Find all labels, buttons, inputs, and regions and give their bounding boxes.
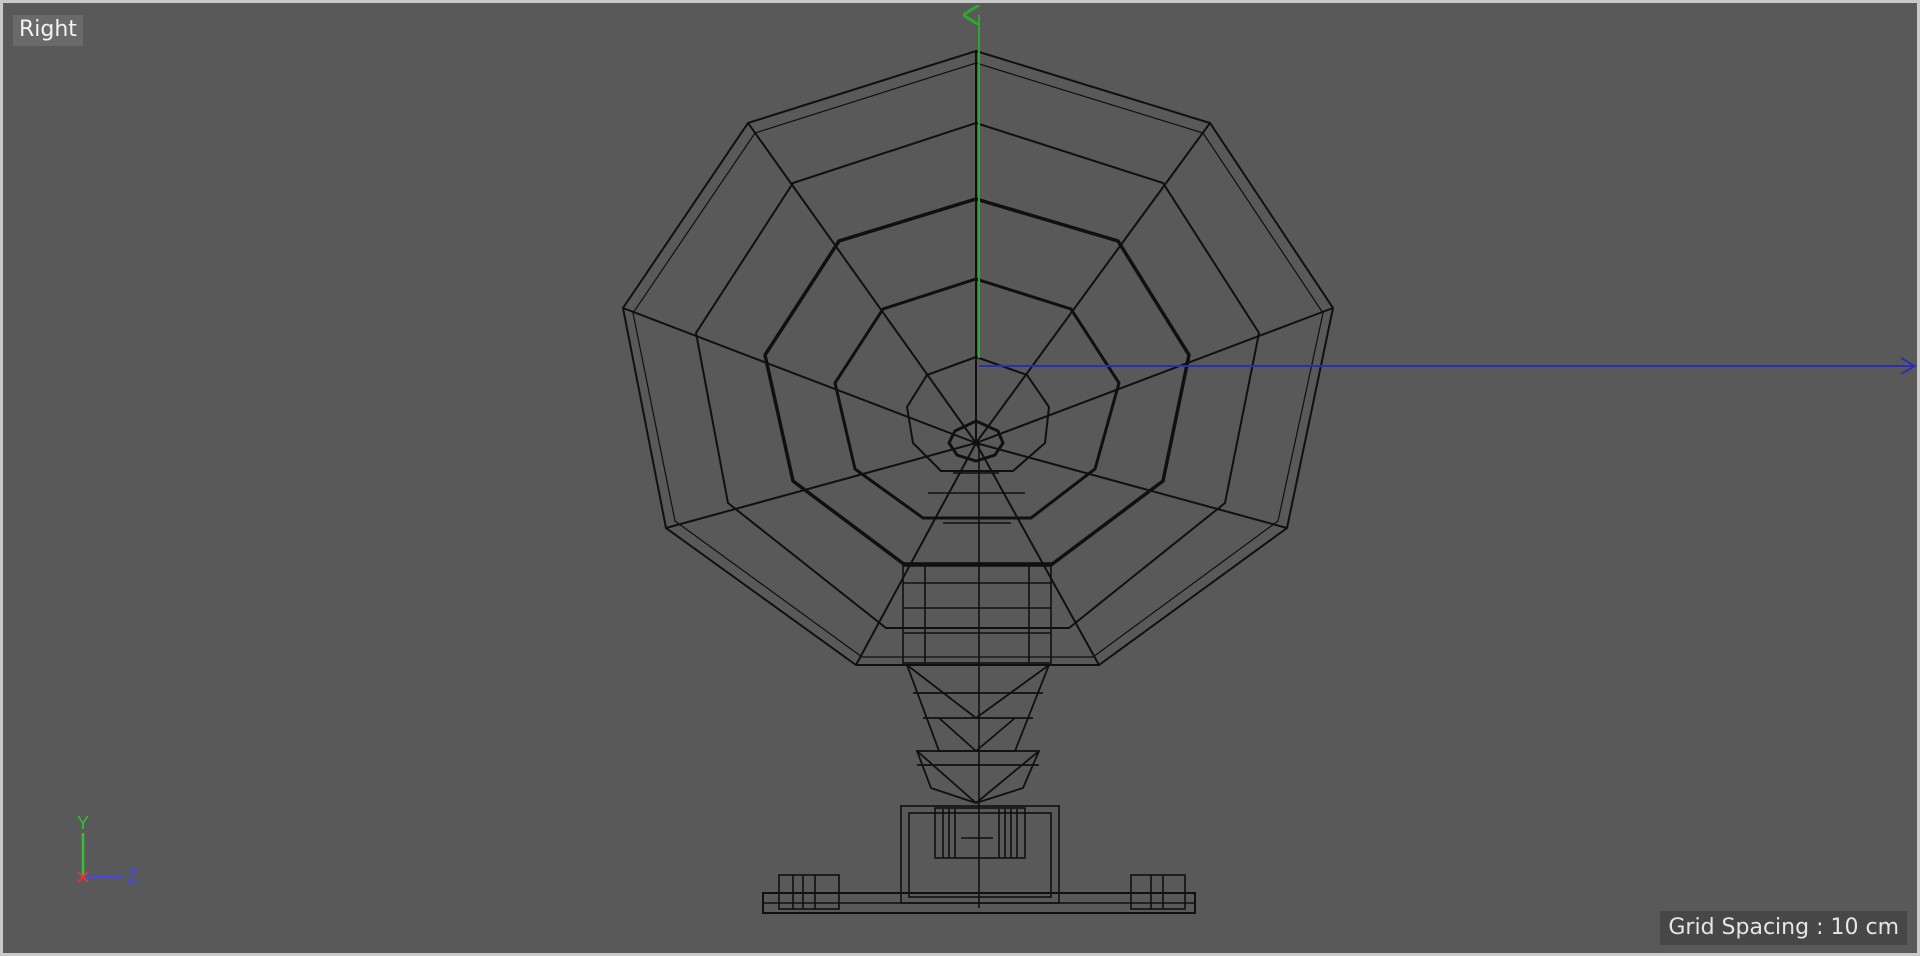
grid-spacing-label: Grid Spacing — [1668, 915, 1810, 940]
viewport-right[interactable]: Right Y Z Grid Spacing : 10 cm — [0, 0, 1920, 956]
grid-spacing-separator: : — [1809, 915, 1831, 940]
grid-spacing-value: 10 cm — [1830, 915, 1899, 940]
satellite-dish-wireframe[interactable] — [3, 3, 1917, 953]
support-arm — [902, 472, 1052, 664]
axis-gizmo: Y Z — [77, 813, 138, 887]
mount-neck — [905, 664, 1051, 804]
gizmo-z-label: Z — [127, 867, 138, 887]
gizmo-y-label: Y — [77, 813, 89, 833]
view-name-label[interactable]: Right — [13, 15, 83, 46]
grid-spacing-readout: Grid Spacing : 10 cm — [1660, 911, 1907, 945]
dish-ring-5 — [905, 355, 1051, 472]
